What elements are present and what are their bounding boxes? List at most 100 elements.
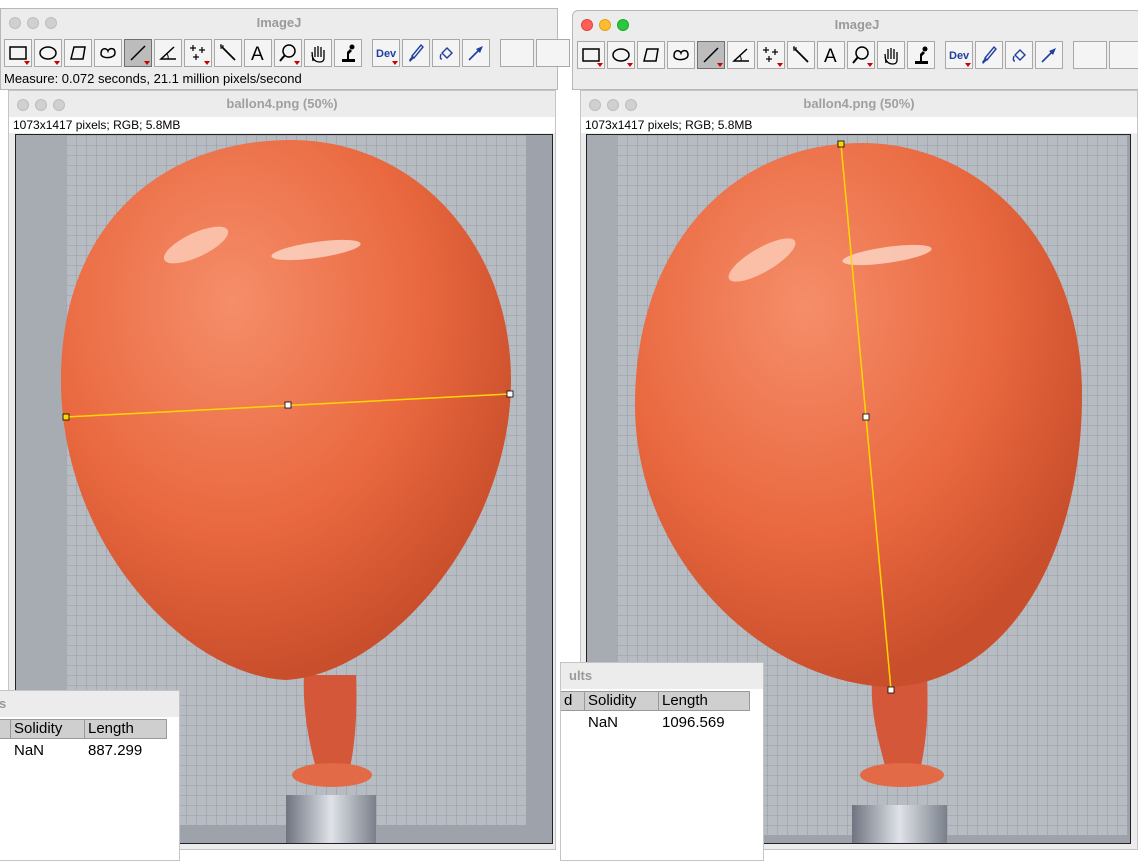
results-table-header: Solidity Length [0, 719, 167, 739]
results-window-title: s [0, 691, 179, 717]
main-window-title: ImageJ [256, 15, 302, 30]
freehand-tool[interactable] [667, 41, 695, 69]
dropper-tool[interactable] [334, 39, 362, 67]
selection-handle[interactable] [837, 140, 845, 148]
dev-menu[interactable]: Dev [945, 41, 973, 69]
flood-fill-tool[interactable] [1005, 41, 1033, 69]
brush-tool-icon [409, 43, 424, 62]
rectangle-tool[interactable] [577, 41, 605, 69]
imagej-main-window-left: ImageJ A Dev Measure: 0.072 seconds, 21.… [0, 8, 570, 90]
window-controls [9, 17, 63, 29]
arrow-tool-icon [1041, 48, 1056, 63]
table-row[interactable]: NaN 1096.569 [585, 713, 750, 733]
toolbar: A Dev [3, 37, 571, 69]
zoom-button[interactable] [617, 19, 629, 31]
toolbar-empty-slot[interactable] [1109, 41, 1138, 69]
results-column-header[interactable]: Length [85, 720, 167, 738]
close-button[interactable] [581, 19, 593, 31]
results-column-header[interactable]: d [561, 692, 585, 710]
dropper-tool-icon [342, 44, 355, 62]
hand-tool[interactable] [877, 41, 905, 69]
brush-tool-icon [982, 45, 997, 64]
window-controls [581, 19, 635, 31]
dropper-tool[interactable] [907, 41, 935, 69]
imagej-main-window-right: ImageJ A Dev [572, 10, 1138, 90]
results-table-header: d Solidity Length [561, 691, 750, 711]
hand-tool[interactable] [304, 39, 332, 67]
oval-tool[interactable] [607, 41, 635, 69]
toolbar-empty-slot[interactable] [500, 39, 534, 67]
arrow-tool-icon [468, 46, 483, 61]
hand-tool-icon [311, 46, 325, 63]
dev-menu-icon: Dev [949, 50, 969, 62]
toolbar: A Dev [576, 39, 1138, 71]
svg-text:A: A [251, 44, 264, 63]
dropper-tool-icon [915, 46, 928, 64]
selection-handle[interactable] [62, 413, 70, 421]
straight-line-tool-icon [130, 45, 146, 61]
results-cell: NaN [588, 714, 619, 731]
flood-fill-tool[interactable] [432, 39, 460, 67]
selection-handle[interactable] [887, 686, 895, 694]
minimize-button[interactable] [27, 17, 39, 29]
arrow-tool[interactable] [462, 39, 490, 67]
angle-tool[interactable] [154, 39, 182, 67]
flood-fill-tool-icon [439, 47, 453, 60]
results-cell: NaN [14, 742, 45, 759]
polygon-tool[interactable] [64, 39, 92, 67]
polygon-tool-icon [70, 46, 86, 60]
straight-line-tool[interactable] [124, 39, 152, 67]
image-window-title: ballon4.png (50%) [226, 96, 338, 111]
multipoint-tool[interactable] [184, 39, 212, 67]
results-window-title: ults [561, 663, 763, 689]
rectangle-tool[interactable] [4, 39, 32, 67]
wand-tool-icon [220, 44, 236, 61]
flood-fill-tool-icon [1012, 49, 1026, 62]
text-tool[interactable]: A [817, 41, 845, 69]
angle-tool[interactable] [727, 41, 755, 69]
dev-menu[interactable]: Dev [372, 39, 400, 67]
oval-tool-icon [39, 46, 57, 60]
results-window-right: ults d Solidity Length NaN 1096.569 [560, 662, 764, 861]
results-column-header[interactable]: Length [659, 692, 750, 710]
image-window-title: ballon4.png (50%) [803, 96, 915, 111]
results-column-header[interactable]: Solidity [585, 692, 659, 710]
image-info: 1073x1417 pixels; RGB; 5.8MB [581, 117, 1137, 133]
minimize-button[interactable] [599, 19, 611, 31]
zoom-button[interactable] [45, 17, 57, 29]
text-tool-icon: A [824, 46, 837, 65]
results-cell: 887.299 [88, 742, 143, 759]
table-row[interactable]: NaN 887.299 [11, 741, 167, 761]
image-info: 1073x1417 pixels; RGB; 5.8MB [9, 117, 555, 133]
freehand-tool-icon [673, 49, 689, 61]
freehand-tool[interactable] [94, 39, 122, 67]
magnifier-tool[interactable] [847, 41, 875, 69]
brush-tool[interactable] [975, 41, 1003, 69]
wand-tool[interactable] [787, 41, 815, 69]
magnifier-tool[interactable] [274, 39, 302, 67]
magnifier-tool-icon [852, 46, 869, 64]
polygon-tool[interactable] [637, 41, 665, 69]
selection-handle[interactable] [862, 413, 870, 421]
selection-handle[interactable] [284, 401, 292, 409]
straight-line-tool[interactable] [697, 41, 725, 69]
wand-tool[interactable] [214, 39, 242, 67]
multipoint-tool-icon [763, 47, 778, 62]
oval-tool[interactable] [34, 39, 62, 67]
brush-tool[interactable] [402, 39, 430, 67]
text-tool-icon: A [251, 44, 264, 63]
polygon-tool-icon [643, 48, 659, 62]
results-column-header[interactable]: Solidity [11, 720, 85, 738]
text-tool[interactable]: A [244, 39, 272, 67]
results-column-spacer [0, 720, 11, 738]
multipoint-tool-icon [190, 45, 205, 60]
toolbar-empty-slot[interactable] [536, 39, 570, 67]
arrow-tool[interactable] [1035, 41, 1063, 69]
multipoint-tool[interactable] [757, 41, 785, 69]
hand-tool-icon [884, 48, 898, 65]
close-button[interactable] [9, 17, 21, 29]
dev-menu-icon: Dev [376, 48, 396, 60]
selection-handle[interactable] [506, 390, 514, 398]
rectangle-tool-icon [9, 46, 27, 60]
toolbar-empty-slot[interactable] [1073, 41, 1107, 69]
